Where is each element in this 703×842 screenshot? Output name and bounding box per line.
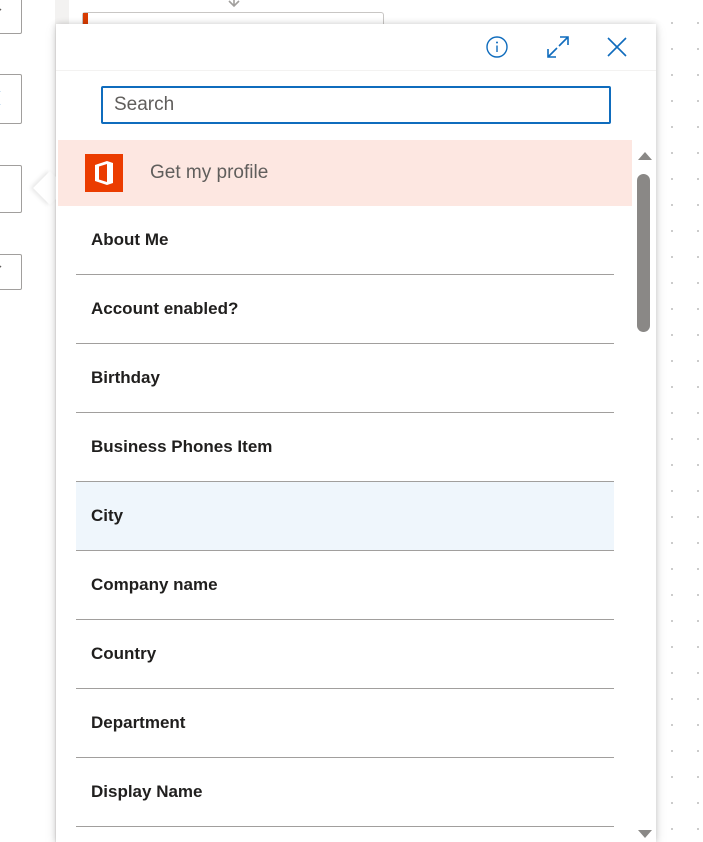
- flow-card-fragment: [0, 165, 22, 213]
- panel-header: [56, 24, 656, 71]
- pencil-icon: [0, 264, 3, 283]
- list-item[interactable]: Display Name: [76, 758, 614, 827]
- list-item[interactable]: Birthday: [76, 344, 614, 413]
- scroll-down-arrow-icon[interactable]: [638, 830, 652, 838]
- close-icon: [0, 89, 2, 112]
- list-item-label: Country: [91, 644, 157, 663]
- list-item[interactable]: Department: [76, 689, 614, 758]
- close-button[interactable]: [604, 36, 630, 62]
- list-item[interactable]: Business Phones Item: [76, 413, 614, 482]
- list-item-label: Display Name: [91, 782, 203, 801]
- list-item-label: Birthday: [91, 368, 160, 387]
- list-item-label: Account enabled?: [91, 299, 239, 318]
- info-icon: [485, 35, 509, 64]
- list-item[interactable]: City: [76, 482, 614, 551]
- expand-button[interactable]: [545, 35, 571, 64]
- group-title: Get my profile: [150, 162, 269, 183]
- list-item[interactable]: About Me: [76, 206, 614, 275]
- group-header-get-my-profile[interactable]: Get my profile: [58, 140, 632, 206]
- info-button[interactable]: [484, 35, 510, 64]
- dynamic-content-panel: Get my profile About Me Account enabled?…: [56, 24, 656, 842]
- list-item-label: About Me: [91, 230, 169, 249]
- close-icon: [606, 36, 628, 63]
- search-box: [101, 86, 611, 124]
- arrow-down-icon: [225, 0, 243, 17]
- list-item[interactable]: Account enabled?: [76, 275, 614, 344]
- flow-card-fragment: [0, 74, 22, 124]
- list-item-label: Business Phones Item: [91, 437, 273, 456]
- list-item[interactable]: Country: [76, 620, 614, 689]
- pencil-icon: [0, 7, 3, 26]
- scrollbar[interactable]: [634, 148, 654, 842]
- expand-icon: [546, 35, 570, 64]
- flow-card-fragment: [0, 254, 22, 290]
- list-item-label: City: [91, 506, 124, 525]
- office-icon: [85, 154, 123, 192]
- list-item-label: Company name: [91, 575, 218, 594]
- list-item-label: Department: [91, 713, 186, 732]
- scrollbar-thumb[interactable]: [637, 174, 650, 332]
- dynamic-content-list: About Me Account enabled? Birthday Busin…: [76, 206, 614, 827]
- search-input[interactable]: [103, 88, 609, 122]
- list-item[interactable]: Company name: [76, 551, 614, 620]
- canvas-dot-grid: [655, 0, 703, 842]
- flow-card-fragment: [0, 0, 22, 34]
- scroll-up-arrow-icon[interactable]: [638, 152, 652, 160]
